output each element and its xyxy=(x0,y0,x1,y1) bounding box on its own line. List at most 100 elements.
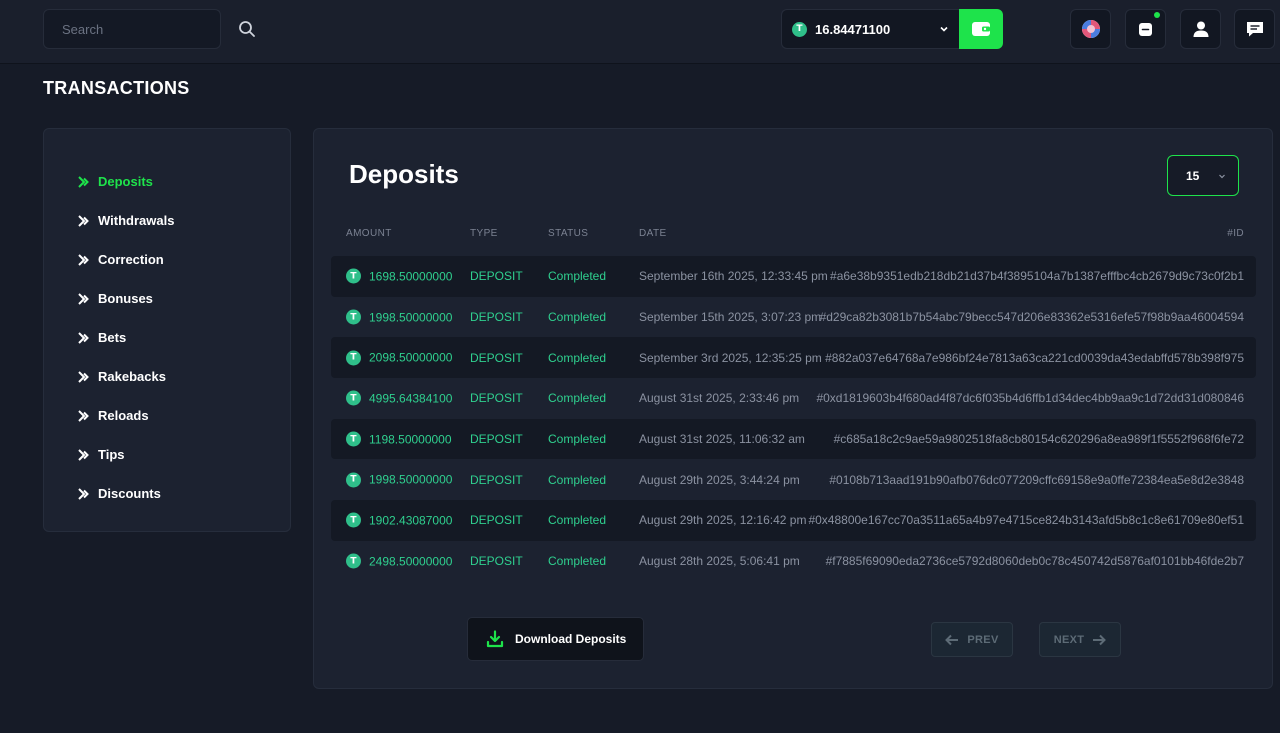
prev-label: PREV xyxy=(967,633,999,646)
double-chevron-right-icon xyxy=(77,409,91,423)
chevron-down-icon xyxy=(1218,172,1226,180)
amount-cell: T 1998.50000000 xyxy=(346,309,452,325)
amount-cell: T 2498.50000000 xyxy=(346,553,453,569)
tether-coin-icon: T xyxy=(346,431,361,447)
tether-coin-icon: T xyxy=(346,472,361,488)
table-row[interactable]: T 2098.50000000 DEPOSIT Completed September … xyxy=(331,337,1256,379)
date-cell: September 16th 2025, 12:33:45 pm xyxy=(639,269,828,284)
amount-cell: T 1698.50000000 xyxy=(346,268,453,284)
table-row[interactable]: T 1998.50000000 DEPOSIT Completed September … xyxy=(331,297,1256,338)
status-cell: Completed xyxy=(548,269,607,284)
type-cell: DEPOSIT xyxy=(470,513,523,528)
transactions-sidebar: Deposits Withdrawals Correction Bonuses Bets… xyxy=(43,128,291,532)
column-header-date: DATE xyxy=(639,228,667,239)
sidebar-item-label: Bets xyxy=(98,330,127,345)
amount-value: 1998.50000000 xyxy=(369,472,453,487)
date-cell: August 31st 2025, 11:06:32 am xyxy=(639,432,805,447)
sidebar-item-label: Discounts xyxy=(98,486,161,501)
type-cell: DEPOSIT xyxy=(470,432,523,447)
sidebar-item-tips[interactable]: Tips xyxy=(44,435,290,474)
table-row[interactable]: T 2498.50000000 DEPOSIT Completed August 28t… xyxy=(331,541,1256,582)
download-deposits-label: Download Deposits xyxy=(515,632,627,646)
table-row[interactable]: T 1998.50000000 DEPOSIT Completed August 29t… xyxy=(331,459,1256,500)
chat-button[interactable] xyxy=(1234,9,1275,49)
date-cell: September 15th 2025, 3:07:23 pm xyxy=(639,310,822,325)
tether-coin-icon: T xyxy=(346,553,361,569)
page-title: TRANSACTIONS xyxy=(43,78,190,98)
sidebar-item-bets[interactable]: Bets xyxy=(44,318,290,357)
amount-value: 2498.50000000 xyxy=(369,554,453,569)
transaction-id-cell[interactable]: #0x48800e167cc70a3511a65a4b97e4715ce824b… xyxy=(808,513,1244,527)
amount-cell: T 4995.64384100 xyxy=(346,390,453,406)
wallet-button[interactable] xyxy=(959,9,1003,49)
type-cell: DEPOSIT xyxy=(470,310,523,325)
transaction-id-cell[interactable]: #0108b713aad191b90afb076dc077209cffc6915… xyxy=(829,473,1244,487)
status-cell: Completed xyxy=(548,472,607,487)
date-cell: August 29th 2025, 12:16:42 pm xyxy=(639,513,807,528)
sidebar-item-rakebacks[interactable]: Rakebacks xyxy=(44,357,290,396)
next-page-button[interactable]: NEXT xyxy=(1039,622,1121,657)
sidebar-item-label: Correction xyxy=(98,252,164,267)
amount-value: 2098.50000000 xyxy=(369,350,453,365)
status-cell: Completed xyxy=(548,391,607,406)
search-box[interactable] xyxy=(43,9,255,49)
transaction-id-cell[interactable]: #882a037e64768a7e986bf24e7813a63ca221cd0… xyxy=(825,351,1244,365)
date-cell: August 28th 2025, 5:06:41 pm xyxy=(639,554,800,569)
sidebar-item-correction[interactable]: Correction xyxy=(44,240,290,279)
language-button[interactable] xyxy=(1070,9,1111,49)
sidebar-item-deposits[interactable]: Deposits xyxy=(44,162,290,201)
search-icon[interactable] xyxy=(238,20,256,38)
table-row[interactable]: T 1902.43087000 DEPOSIT Completed August 29t… xyxy=(331,500,1256,541)
panel-title: Deposits xyxy=(349,159,459,189)
date-cell: September 3rd 2025, 12:35:25 pm xyxy=(639,350,822,365)
date-cell: August 29th 2025, 3:44:24 pm xyxy=(639,472,800,487)
type-cell: DEPOSIT xyxy=(470,269,523,284)
amount-cell: T 1198.50000000 xyxy=(346,431,452,447)
transaction-id-cell[interactable]: #0xd1819603b4f680ad4f87dc6f035b4d6ffb1d3… xyxy=(816,391,1244,405)
status-cell: Completed xyxy=(548,554,607,569)
globe-icon xyxy=(1081,19,1101,39)
double-chevron-right-icon xyxy=(77,370,91,384)
double-chevron-right-icon xyxy=(77,448,91,462)
sidebar-item-discounts[interactable]: Discounts xyxy=(44,474,290,513)
search-input[interactable] xyxy=(62,21,238,37)
transaction-id-cell[interactable]: #c685a18c2c9ae59a9802518fa8cb80154c62029… xyxy=(834,432,1244,446)
status-cell: Completed xyxy=(548,350,607,365)
transaction-id-cell[interactable]: #a6e38b9351edb218db21d37b4f3895104a7b138… xyxy=(830,269,1244,283)
sidebar-item-bonuses[interactable]: Bonuses xyxy=(44,279,290,318)
column-header-amount: AMOUNT xyxy=(346,228,392,239)
amount-cell: T 1902.43087000 xyxy=(346,512,453,528)
status-cell: Completed xyxy=(548,310,607,325)
tether-coin-icon: T xyxy=(346,390,361,406)
double-chevron-right-icon xyxy=(77,487,91,501)
balance-selector[interactable]: T 16.84471100 xyxy=(781,9,959,49)
amount-value: 1902.43087000 xyxy=(369,513,453,528)
tether-coin-icon: T xyxy=(792,21,807,37)
wallet-icon xyxy=(971,20,991,38)
page-size-value: 15 xyxy=(1186,168,1200,183)
table-row[interactable]: T 4995.64384100 DEPOSIT Completed August 31s… xyxy=(331,378,1256,419)
next-label: NEXT xyxy=(1053,633,1085,646)
table-row[interactable]: T 1698.50000000 DEPOSIT Completed September … xyxy=(331,256,1256,297)
column-header-type: TYPE xyxy=(470,228,498,239)
sidebar-item-reloads[interactable]: Reloads xyxy=(44,396,290,435)
profile-button[interactable] xyxy=(1180,9,1221,49)
amount-value: 1698.50000000 xyxy=(369,269,453,284)
double-chevron-right-icon xyxy=(77,331,91,345)
amount-value: 4995.64384100 xyxy=(369,391,453,406)
transaction-id-cell[interactable]: #d29ca82b3081b7b54abc79becc547d206e83362… xyxy=(820,310,1244,324)
column-header-status: STATUS xyxy=(548,228,589,239)
double-chevron-right-icon xyxy=(77,175,91,189)
chat-icon xyxy=(1245,20,1265,38)
page-size-select[interactable]: 15 xyxy=(1167,155,1239,196)
column-header-id: #ID xyxy=(1227,228,1244,239)
transaction-id-cell[interactable]: #f7885f69090eda2736ce5792d8060deb0c78c45… xyxy=(826,554,1244,568)
chevron-down-icon[interactable] xyxy=(939,24,949,34)
download-deposits-button[interactable]: Download Deposits xyxy=(467,617,644,661)
prev-page-button[interactable]: PREV xyxy=(931,622,1013,657)
type-cell: DEPOSIT xyxy=(470,472,523,487)
notifications-button[interactable] xyxy=(1125,9,1166,49)
table-row[interactable]: T 1198.50000000 DEPOSIT Completed August 31s… xyxy=(331,418,1256,460)
sidebar-item-withdrawals[interactable]: Withdrawals xyxy=(44,201,290,240)
deposits-panel: Deposits 15 AMOUNT TYPE STATUS DATE #ID … xyxy=(313,128,1273,689)
